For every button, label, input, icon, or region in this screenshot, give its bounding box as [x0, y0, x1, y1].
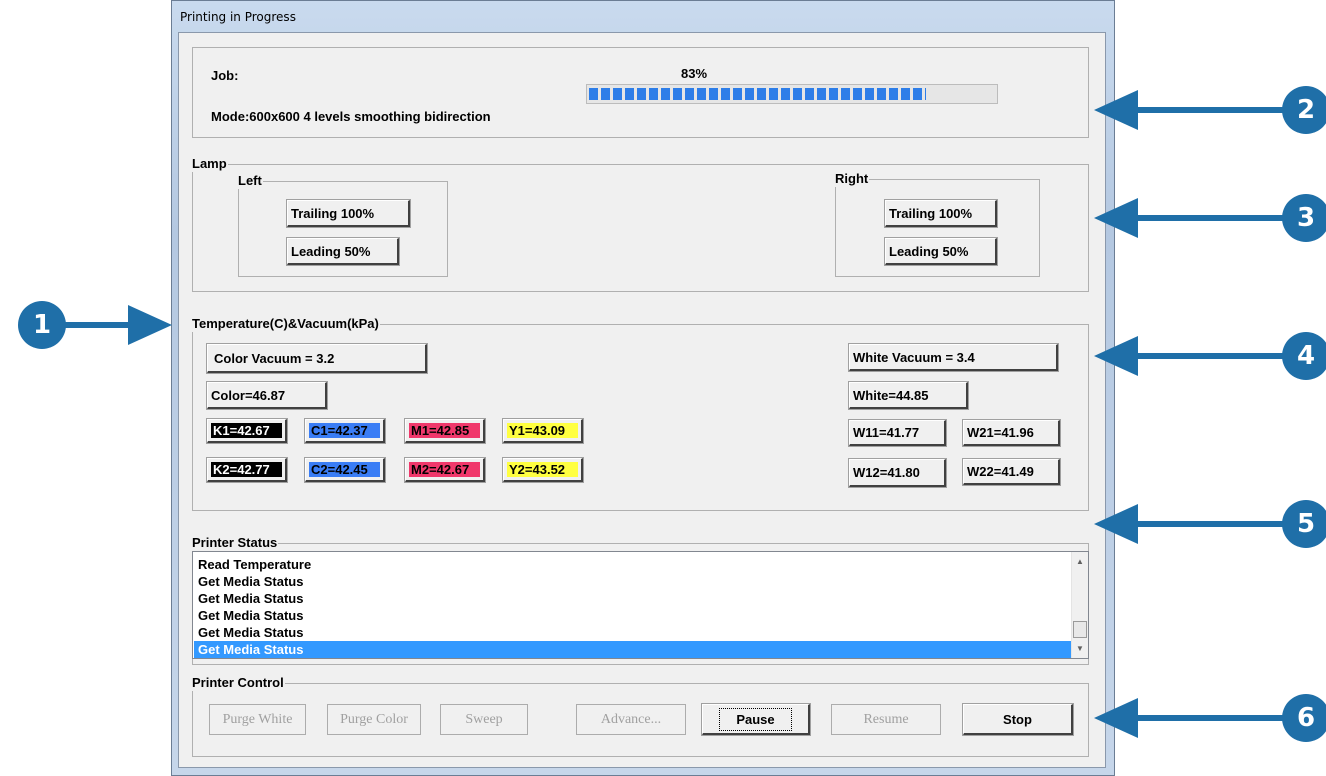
callout-2-arrow-shaft — [1136, 107, 1286, 113]
callout-6-arrow-shaft — [1136, 715, 1286, 721]
right-trailing-indicator: Trailing 100% — [884, 199, 998, 228]
progress-fill — [589, 88, 926, 100]
callout-4-arrow-shaft — [1136, 353, 1286, 359]
y2-temp-value: Y2=43.52 — [507, 462, 578, 477]
resume-button[interactable]: Resume — [831, 704, 941, 735]
k1-temp: K1=42.67 — [206, 418, 288, 444]
status-listbox[interactable]: Read Temperature Get Media Status Get Me… — [192, 551, 1089, 659]
w11-temp: W11=41.77 — [848, 419, 947, 447]
w22-temp: W22=41.49 — [962, 458, 1061, 486]
list-item[interactable]: Get Media Status — [194, 607, 1072, 624]
c2-temp-value: C2=42.45 — [309, 462, 380, 477]
list-item[interactable]: Get Media Status — [194, 573, 1072, 590]
k2-temp-value: K2=42.77 — [211, 462, 282, 477]
callout-3-badge: 3 — [1282, 194, 1326, 242]
callout-1-badge: 1 — [18, 301, 66, 349]
lamp-group-title: Lamp — [191, 156, 228, 172]
control-group-title: Printer Control — [191, 675, 285, 691]
m1-temp: M1=42.85 — [404, 418, 486, 444]
callout-5-arrow-head — [1094, 504, 1138, 544]
m2-temp: M2=42.67 — [404, 457, 486, 483]
status-group-title: Printer Status — [191, 535, 279, 551]
callout-3-arrow-head — [1094, 198, 1138, 238]
stop-button[interactable]: Stop — [962, 703, 1074, 736]
color-temp-readout: Color=46.87 — [206, 381, 328, 410]
scroll-thumb[interactable] — [1073, 621, 1087, 638]
scroll-up-icon[interactable]: ▲ — [1076, 557, 1084, 566]
m1-temp-value: M1=42.85 — [409, 423, 480, 438]
lamp-left-title: Left — [237, 173, 263, 189]
k2-temp: K2=42.77 — [206, 457, 288, 483]
list-item-selected[interactable]: Get Media Status — [194, 641, 1072, 658]
white-temp-readout: White=44.85 — [848, 381, 969, 410]
job-label: Job: — [211, 68, 239, 83]
color-vacuum-readout: Color Vacuum = 3.2 — [206, 343, 428, 374]
list-item[interactable]: Read Temperature — [194, 556, 1072, 573]
advance-button[interactable]: Advance... — [576, 704, 686, 735]
sweep-button[interactable]: Sweep — [440, 704, 528, 735]
list-item[interactable]: Get Media Status — [194, 590, 1072, 607]
temperature-group-title: Temperature(C)&Vacuum(kPa) — [191, 316, 380, 332]
right-leading-indicator: Leading 50% — [884, 237, 998, 266]
status-scrollbar[interactable]: ▲ ▼ — [1071, 552, 1088, 658]
callout-5-badge: 5 — [1282, 500, 1326, 548]
y1-temp: Y1=43.09 — [502, 418, 584, 444]
purge-white-button[interactable]: Purge White — [209, 704, 306, 735]
w12-temp: W12=41.80 — [848, 458, 947, 488]
left-leading-indicator: Leading 50% — [286, 237, 400, 266]
y1-temp-value: Y1=43.09 — [507, 423, 578, 438]
pause-button-label: Pause — [719, 707, 792, 731]
job-progress-bar — [586, 84, 998, 104]
white-vacuum-readout: White Vacuum = 3.4 — [848, 343, 1059, 372]
callout-1-arrow-head — [128, 305, 172, 345]
y2-temp: Y2=43.52 — [502, 457, 584, 483]
callout-4-badge: 4 — [1282, 332, 1326, 380]
callout-6-badge: 6 — [1282, 694, 1326, 742]
mode-text: Mode:600x600 4 levels smoothing bidirect… — [211, 109, 491, 124]
callout-1-arrow-shaft — [62, 322, 132, 328]
pause-button[interactable]: Pause — [701, 703, 811, 736]
k1-temp-value: K1=42.67 — [211, 423, 282, 438]
m2-temp-value: M2=42.67 — [409, 462, 480, 477]
callout-2-arrow-head — [1094, 90, 1138, 130]
list-item[interactable]: Get Media Status — [194, 624, 1072, 641]
left-trailing-indicator: Trailing 100% — [286, 199, 411, 228]
c1-temp: C1=42.37 — [304, 418, 386, 444]
progress-percent: 83% — [681, 66, 708, 81]
scroll-down-icon[interactable]: ▼ — [1076, 644, 1084, 653]
callout-2-badge: 2 — [1282, 86, 1326, 134]
window-title: Printing in Progress — [180, 10, 296, 24]
purge-color-button[interactable]: Purge Color — [327, 704, 421, 735]
c2-temp: C2=42.45 — [304, 457, 386, 483]
callout-4-arrow-head — [1094, 336, 1138, 376]
callout-3-arrow-shaft — [1136, 215, 1286, 221]
w21-temp: W21=41.96 — [962, 419, 1061, 447]
callout-6-arrow-head — [1094, 698, 1138, 738]
c1-temp-value: C1=42.37 — [309, 423, 380, 438]
callout-5-arrow-shaft — [1136, 521, 1286, 527]
lamp-right-title: Right — [834, 171, 870, 187]
